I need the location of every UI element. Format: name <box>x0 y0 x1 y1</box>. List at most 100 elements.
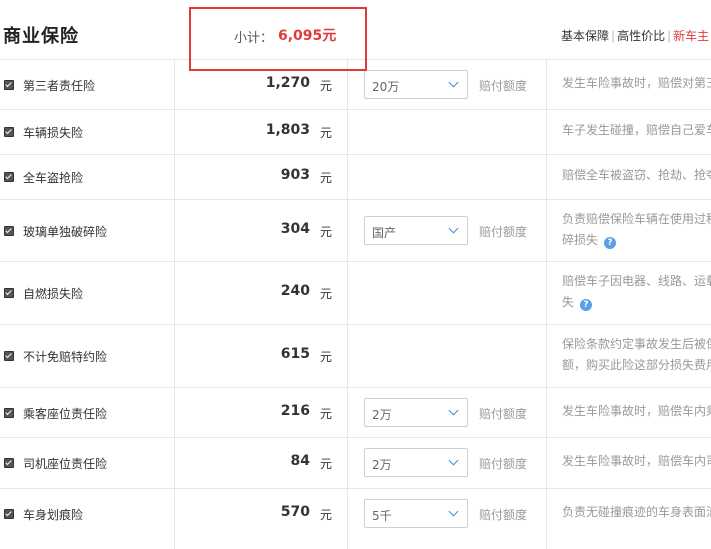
currency-unit: 元 <box>320 407 333 421</box>
row-checkbox[interactable] <box>4 172 14 182</box>
divider: | <box>667 29 672 43</box>
divider <box>347 200 348 261</box>
coverage-select-value: 20万 <box>372 80 400 94</box>
table-row: 车辆损失险 1,803 元 车子发生碰撞，赔偿自己爱车 <box>0 110 711 155</box>
currency-unit: 元 <box>320 171 333 185</box>
coverage-label: 赔付额度 <box>479 457 528 471</box>
table-row: 不计免赔特约险 615 元 保险条款约定事故发生后被保 额，购买此险这部分损失费用 <box>0 325 711 388</box>
coverage-select-value: 2万 <box>372 408 392 422</box>
insurance-description: 保险条款约定事故发生后被保 额，购买此险这部分损失费用 <box>562 334 711 376</box>
coverage-select[interactable]: 国产 <box>364 216 468 245</box>
subtotal-label: 小计： <box>234 31 274 46</box>
chevron-down-icon <box>448 223 459 234</box>
row-checkbox[interactable] <box>4 226 14 236</box>
insurance-name: 不计免赔特约险 <box>23 350 108 364</box>
divider <box>174 489 175 549</box>
subtotal-value: 6,095元 <box>278 28 337 44</box>
row-checkbox[interactable] <box>4 80 14 90</box>
divider <box>174 262 175 324</box>
description-line: 发生车险事故时，赔偿车内司 <box>562 454 711 468</box>
help-icon[interactable]: ? <box>604 237 617 249</box>
divider <box>347 325 348 387</box>
tab-basic[interactable]: 基本保障 <box>561 29 609 43</box>
coverage-select[interactable]: 20万 <box>364 70 468 99</box>
premium-amount: 304 <box>280 221 310 237</box>
row-checkbox[interactable] <box>4 127 14 137</box>
insurance-name: 玻璃单独破碎险 <box>23 225 108 239</box>
tab-value[interactable]: 高性价比 <box>617 29 665 43</box>
divider <box>546 438 547 488</box>
subtotal-highlight: 小计： 6,095元 <box>189 7 367 71</box>
description-line: 负责赔偿保险车辆在使用过程 <box>562 212 711 226</box>
description-line: 赔偿车子因电器、线路、运载 <box>562 274 711 288</box>
coverage-select-value: 国产 <box>372 226 397 240</box>
premium-amount: 570 <box>280 504 310 520</box>
insurance-description: 负责赔偿保险车辆在使用过程 碎损失? <box>562 209 711 251</box>
row-checkbox[interactable] <box>4 351 14 361</box>
row-checkbox[interactable] <box>4 408 14 418</box>
insurance-description: 负责无碰撞痕迹的车身表面油 <box>562 502 711 523</box>
description-line: 车子发生碰撞，赔偿自己爱车 <box>562 123 711 137</box>
description-line: 失 <box>562 295 575 309</box>
help-icon[interactable]: ? <box>580 299 593 311</box>
premium-amount: 84 <box>290 453 310 469</box>
premium-amount: 615 <box>280 346 310 362</box>
premium-amount: 1,803 <box>265 122 310 138</box>
premium-amount: 903 <box>280 167 310 183</box>
row-checkbox[interactable] <box>4 509 14 519</box>
row-checkbox[interactable] <box>4 288 14 298</box>
divider <box>546 155 547 199</box>
description-line: 发生车险事故时，赔偿对第三 <box>562 76 711 90</box>
insurance-description: 车子发生碰撞，赔偿自己爱车 <box>562 120 711 141</box>
table-row: 全车盗抢险 903 元 赔偿全车被盗窃、抢劫、抢夺 <box>0 155 711 200</box>
divider <box>347 388 348 437</box>
row-checkbox[interactable] <box>4 458 14 468</box>
tab-new-owner[interactable]: 新车主 <box>673 29 709 43</box>
insurance-name: 车身划痕险 <box>23 508 84 522</box>
divider <box>546 110 547 154</box>
description-line: 负责无碰撞痕迹的车身表面油 <box>562 505 711 519</box>
divider <box>347 489 348 549</box>
insurance-description: 发生车险事故时，赔偿车内乘 <box>562 401 711 422</box>
coverage-select[interactable]: 2万 <box>364 448 468 477</box>
divider <box>174 388 175 437</box>
insurance-name: 司机座位责任险 <box>23 457 108 471</box>
chevron-down-icon <box>448 77 459 88</box>
coverage-label: 赔付额度 <box>479 407 528 421</box>
insurance-description: 赔偿车子因电器、线路、运载失? <box>562 271 711 313</box>
description-line: 额，购买此险这部分损失费用 <box>562 358 711 372</box>
divider <box>546 262 547 324</box>
description-line: 赔偿全车被盗窃、抢劫、抢夺 <box>562 168 711 182</box>
divider <box>347 438 348 488</box>
currency-unit: 元 <box>320 126 333 140</box>
table-row: 玻璃单独破碎险 304 元 国产 赔付额度 负责赔偿保险车辆在使用过程 碎损失? <box>0 200 711 262</box>
divider <box>174 438 175 488</box>
chevron-down-icon <box>448 405 459 416</box>
currency-unit: 元 <box>320 225 333 239</box>
divider <box>546 489 547 549</box>
currency-unit: 元 <box>320 350 333 364</box>
coverage-select[interactable]: 2万 <box>364 398 468 427</box>
coverage-label: 赔付额度 <box>479 225 528 239</box>
premium-amount: 216 <box>280 403 310 419</box>
table-row: 车身划痕险 570 元 5千 赔付额度 负责无碰撞痕迹的车身表面油 <box>0 489 711 549</box>
divider <box>546 325 547 387</box>
insurance-name: 全车盗抢险 <box>23 171 84 185</box>
insurance-name: 车辆损失险 <box>23 126 84 140</box>
page-title: 商业保险 <box>3 26 79 47</box>
coverage-select[interactable]: 5千 <box>364 499 468 528</box>
divider <box>546 200 547 261</box>
premium-amount: 1,270 <box>265 75 310 91</box>
insurance-name: 第三者责任险 <box>23 79 96 93</box>
description-line: 碎损失 <box>562 233 599 247</box>
chevron-down-icon <box>448 506 459 517</box>
divider: | <box>611 29 616 43</box>
currency-unit: 元 <box>320 79 333 93</box>
insurance-description: 发生车险事故时，赔偿对第三 <box>562 73 711 94</box>
table-row: 自燃损失险 240 元 赔偿车子因电器、线路、运载失? <box>0 262 711 325</box>
divider <box>347 110 348 154</box>
description-line: 保险条款约定事故发生后被保 <box>562 337 711 351</box>
divider <box>174 325 175 387</box>
coverage-select-value: 2万 <box>372 458 392 472</box>
currency-unit: 元 <box>320 508 333 522</box>
